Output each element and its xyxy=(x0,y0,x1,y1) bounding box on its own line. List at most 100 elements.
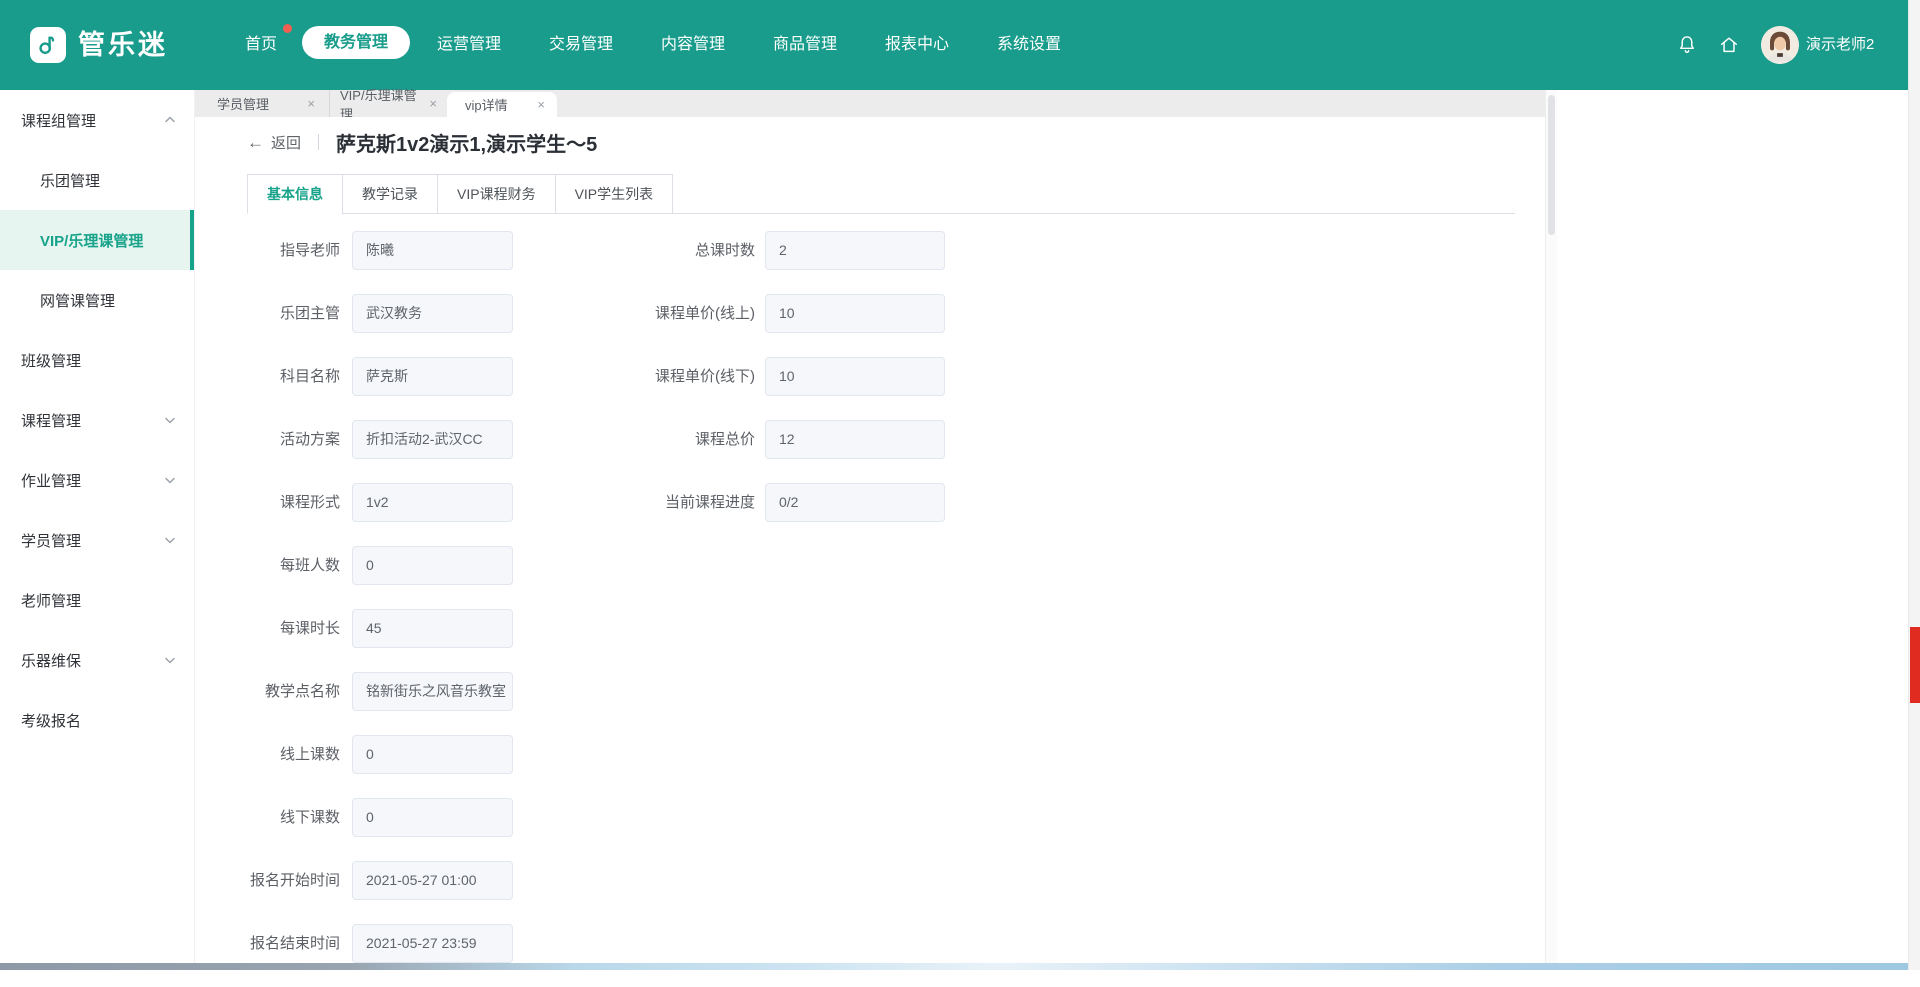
detail-tabs: 基本信息 教学记录 VIP课程财务 VIP学生列表 xyxy=(247,174,1515,214)
worktab-label: vip详情 xyxy=(465,95,508,114)
sidebar-item-instrument-maintenance[interactable]: 乐器维保 xyxy=(0,630,194,690)
form-input[interactable]: 1v2 xyxy=(352,483,513,522)
sidebar-item-course-mgmt[interactable]: 课程管理 xyxy=(0,390,194,450)
sidebar-item-students[interactable]: 学员管理 xyxy=(0,510,194,570)
user-name[interactable]: 演示老师2 xyxy=(1806,0,1874,90)
form-input[interactable]: 0 xyxy=(352,735,513,774)
worktab-vip-theory-mgmt[interactable]: VIP/乐理课管理 × xyxy=(330,90,447,117)
form-row: 当前课程进度 0/2 xyxy=(615,483,1015,522)
form-input[interactable]: 10 xyxy=(765,357,945,396)
tab-vip-students[interactable]: VIP学生列表 xyxy=(555,174,674,214)
sidebar-item-label: 老师管理 xyxy=(21,590,81,611)
close-icon[interactable]: × xyxy=(537,97,545,112)
tab-teaching-records[interactable]: 教学记录 xyxy=(342,174,437,214)
form-input[interactable]: 12 xyxy=(765,420,945,459)
form-input[interactable]: 10 xyxy=(765,294,945,333)
back-button[interactable]: ← 返回 xyxy=(247,132,301,153)
sidebar-item-course-group[interactable]: 课程组管理 xyxy=(0,90,194,150)
form-row: 课程单价(线上) 10 xyxy=(615,294,1015,333)
form-input[interactable]: 0 xyxy=(352,798,513,837)
field-label: 线下课数 xyxy=(220,798,340,837)
sidebar-item-class-mgmt[interactable]: 班级管理 xyxy=(0,330,194,390)
close-icon[interactable]: × xyxy=(429,96,437,111)
divider xyxy=(318,134,319,150)
form-row: 教学点名称 铭新街乐之风音乐教室 xyxy=(220,672,600,711)
chevron-down-icon xyxy=(164,654,176,666)
form-row: 活动方案 折扣活动2-武汉CC xyxy=(220,420,600,459)
field-label: 科目名称 xyxy=(220,357,340,396)
form-column-right: 总课时数 2 课程单价(线上) 10 课程单价(线下) 10 课程总价 12 当… xyxy=(615,231,1015,546)
close-icon[interactable]: × xyxy=(307,96,315,111)
window-scrollbar-red-marker[interactable] xyxy=(1910,627,1920,703)
page-content: ← 返回 萨克斯1v2演示1,演示学生～5 基本信息 教学记录 VIP课程财务 … xyxy=(195,117,1545,963)
form-row: 总课时数 2 xyxy=(615,231,1015,270)
window-scrollbar-track[interactable] xyxy=(1908,0,1920,970)
brand-name: 管乐迷 xyxy=(78,27,168,63)
form-row: 每班人数 0 xyxy=(220,546,600,585)
field-label: 报名结束时间 xyxy=(220,924,340,963)
nav-item-settings[interactable]: 系统设置 xyxy=(997,0,1061,90)
form-input[interactable]: 0/2 xyxy=(765,483,945,522)
field-label: 总课时数 xyxy=(615,231,755,270)
sidebar-item-label: 考级报名 xyxy=(21,710,81,731)
form-input[interactable]: 45 xyxy=(352,609,513,648)
bottom-edge-strip xyxy=(0,963,1920,970)
field-label: 课程单价(线上) xyxy=(615,294,755,333)
field-label: 指导老师 xyxy=(220,231,340,270)
form-row: 线下课数 0 xyxy=(220,798,600,837)
form-row: 科目名称 萨克斯 xyxy=(220,357,600,396)
sidebar-item-label: 课程管理 xyxy=(21,410,81,431)
avatar[interactable] xyxy=(1761,26,1799,64)
app-logo[interactable] xyxy=(30,27,66,63)
sidebar-item-homework[interactable]: 作业管理 xyxy=(0,450,194,510)
sidebar-item-vip-theory[interactable]: VIP/乐理课管理 xyxy=(0,210,194,270)
form-column-left: 指导老师 陈曦 乐团主管 武汉教务 科目名称 萨克斯 活动方案 折扣活动2-武汉… xyxy=(220,231,600,987)
bell-icon[interactable] xyxy=(1676,34,1698,56)
sidebar-item-exam-signup[interactable]: 考级报名 xyxy=(0,690,194,750)
app-header: 管乐迷 首页 教务管理 运营管理 交易管理 内容管理 商品管理 报表中心 系统设… xyxy=(0,0,1920,90)
tab-vip-finance[interactable]: VIP课程财务 xyxy=(437,174,555,214)
form-input[interactable]: 武汉教务 xyxy=(352,294,513,333)
form-input[interactable]: 铭新街乐之风音乐教室 xyxy=(352,672,513,711)
nav-item-reports[interactable]: 报表中心 xyxy=(885,0,949,90)
worktab-vip-detail[interactable]: vip详情 × xyxy=(447,92,557,117)
field-label: 报名开始时间 xyxy=(220,861,340,900)
sidebar-item-label: 网管课管理 xyxy=(40,290,115,311)
field-label: 课程单价(线下) xyxy=(615,357,755,396)
notification-dot xyxy=(283,24,292,33)
sidebar-item-teachers[interactable]: 老师管理 xyxy=(0,570,194,630)
nav-item-trade[interactable]: 交易管理 xyxy=(549,0,613,90)
chevron-up-icon xyxy=(164,114,176,126)
content-scrollbar-thumb[interactable] xyxy=(1548,95,1555,235)
form-input[interactable]: 0 xyxy=(352,546,513,585)
content-scrollbar-track[interactable] xyxy=(1545,90,1557,963)
form-input[interactable]: 折扣活动2-武汉CC xyxy=(352,420,513,459)
tab-basic-info[interactable]: 基本信息 xyxy=(247,174,342,214)
form-input[interactable]: 2021-05-27 01:00 xyxy=(352,861,513,900)
field-label: 每课时长 xyxy=(220,609,340,648)
sidebar-item-orchestra[interactable]: 乐团管理 xyxy=(0,150,194,210)
chevron-down-icon xyxy=(164,474,176,486)
form-input[interactable]: 2 xyxy=(765,231,945,270)
form-input[interactable]: 2021-05-27 23:59 xyxy=(352,924,513,963)
form-input[interactable]: 陈曦 xyxy=(352,231,513,270)
field-label: 线上课数 xyxy=(220,735,340,774)
form-input[interactable]: 萨克斯 xyxy=(352,357,513,396)
form-row: 报名结束时间 2021-05-27 23:59 xyxy=(220,924,600,963)
worktab-bar: 学员管理 × VIP/乐理课管理 × vip详情 × xyxy=(195,90,1545,117)
form-row: 指导老师 陈曦 xyxy=(220,231,600,270)
nav-item-goods[interactable]: 商品管理 xyxy=(773,0,837,90)
nav-item-content[interactable]: 内容管理 xyxy=(661,0,725,90)
worktab-student-mgmt[interactable]: 学员管理 × xyxy=(195,90,330,117)
nav-item-operations[interactable]: 运营管理 xyxy=(437,0,501,90)
field-label: 教学点名称 xyxy=(220,672,340,711)
note-icon xyxy=(36,33,60,57)
page-header-row: ← 返回 萨克斯1v2演示1,演示学生～5 xyxy=(247,127,597,157)
nav-item-home[interactable]: 首页 xyxy=(245,0,277,90)
field-label: 乐团主管 xyxy=(220,294,340,333)
sidebar-item-online-class[interactable]: 网管课管理 xyxy=(0,270,194,330)
nav-item-academic-active[interactable]: 教务管理 xyxy=(302,26,410,59)
form-row: 课程形式 1v2 xyxy=(220,483,600,522)
avatar-illustration xyxy=(1761,26,1799,64)
home-icon[interactable] xyxy=(1718,34,1740,56)
